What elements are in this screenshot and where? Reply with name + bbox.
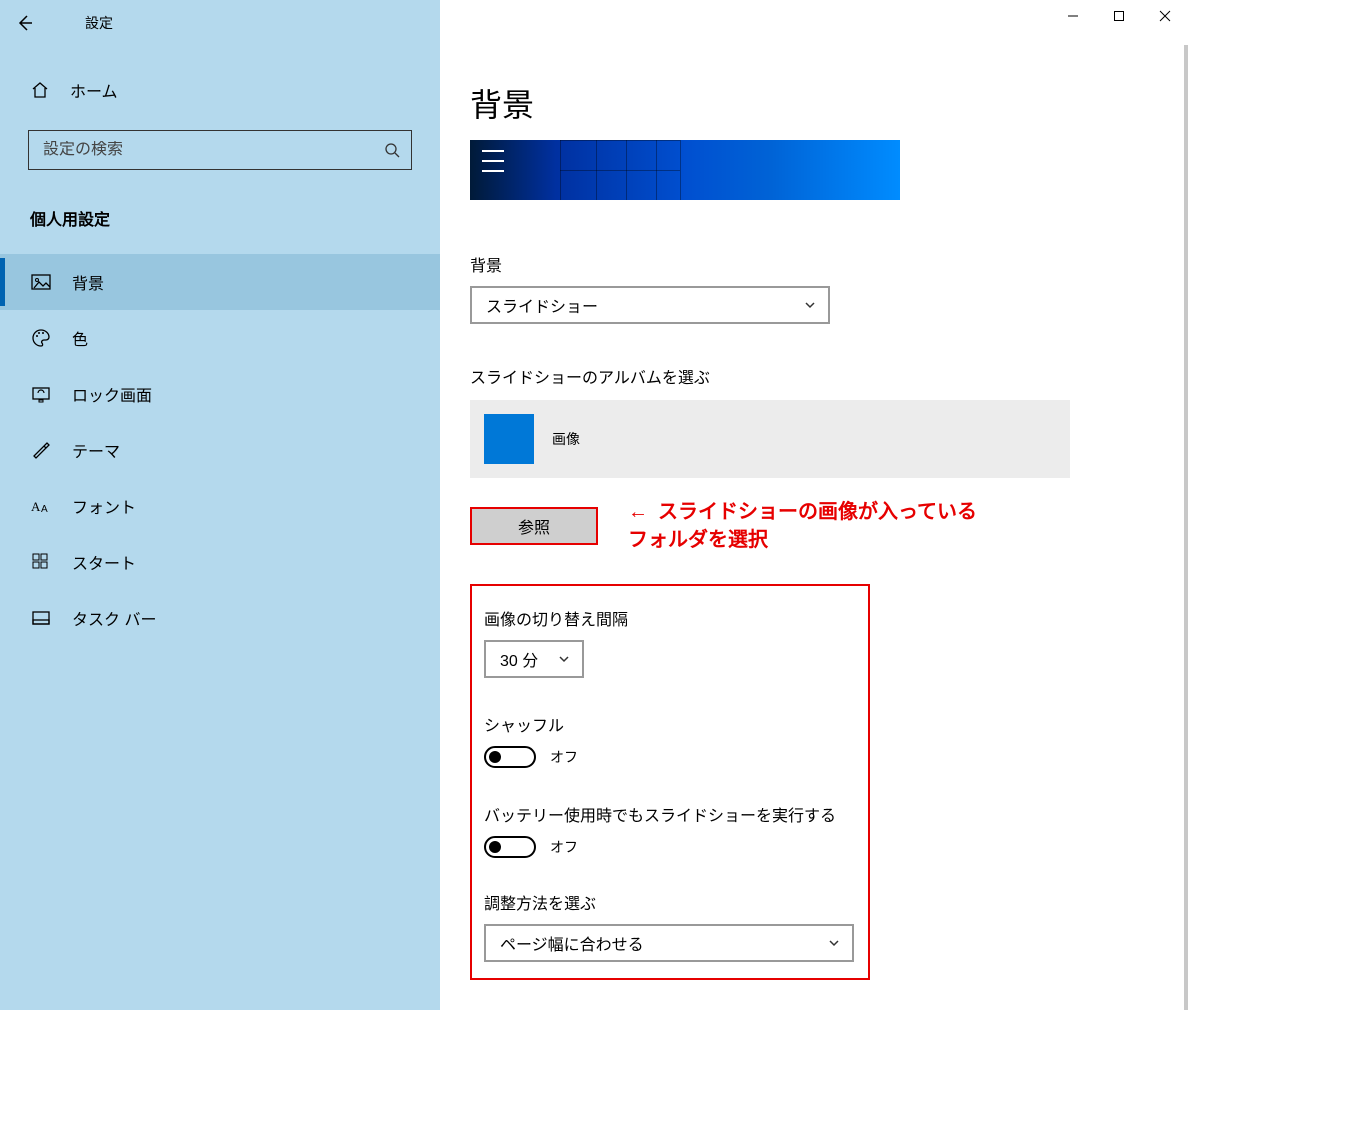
slideshow-settings-box: 画像の切り替え間隔 30 分 シャッフル オフ バッテリー使用時でもスライドショ… [470, 584, 870, 980]
nav-item-label: テーマ [72, 438, 120, 462]
nav-item-label: フォント [72, 494, 136, 518]
maximize-button[interactable] [1096, 0, 1142, 32]
nav-home[interactable]: ホーム [0, 70, 440, 110]
nav-group-header: 個人用設定 [0, 170, 440, 244]
svg-text:A: A [31, 499, 41, 514]
close-button[interactable] [1142, 0, 1188, 32]
battery-toggle[interactable] [484, 836, 536, 858]
minimize-icon [1067, 10, 1079, 22]
arrow-left-red-icon: ← [628, 501, 648, 523]
annotation-browse: ←スライドショーの画像が入っている フォルダを選択 [628, 498, 977, 554]
nav-item-label: スタート [72, 550, 136, 574]
folder-thumbnail [484, 414, 534, 464]
svg-text:A: A [41, 504, 48, 515]
sidebar: ホーム 個人用設定 背景 色 [0, 45, 440, 1010]
image-icon [30, 271, 52, 293]
fit-combo[interactable]: ページ幅に合わせる [484, 924, 854, 962]
shuffle-state: オフ [550, 747, 578, 767]
background-label: 背景 [470, 252, 1158, 276]
fit-label: 調整方法を選ぶ [484, 890, 856, 914]
chevron-down-icon [828, 937, 840, 949]
chevron-down-icon [558, 653, 570, 665]
back-button[interactable] [0, 0, 50, 45]
interval-combo-value: 30 分 [500, 647, 538, 671]
desktop-preview [470, 140, 900, 200]
nav-item-start[interactable]: スタート [0, 534, 440, 590]
content-area: 背景 背景 スライドショー スライドショーのアルバムを選ぶ 画像 参照 [440, 45, 1188, 1010]
chevron-down-icon [804, 299, 816, 311]
vertical-scrollbar[interactable] [1184, 45, 1188, 1010]
arrow-left-icon [15, 13, 35, 33]
album-item[interactable]: 画像 [470, 400, 1070, 478]
interval-label: 画像の切り替え間隔 [484, 606, 856, 630]
search-icon [383, 141, 401, 159]
font-icon: AA [30, 495, 52, 517]
nav-item-themes[interactable]: テーマ [0, 422, 440, 478]
lockscreen-icon [30, 383, 52, 405]
search-input-wrap[interactable] [28, 130, 412, 170]
browse-button-label: 参照 [518, 514, 550, 538]
search-input[interactable] [43, 141, 383, 159]
nav-item-background[interactable]: 背景 [0, 254, 440, 310]
taskbar-icon [30, 607, 52, 629]
nav-item-fonts[interactable]: AA フォント [0, 478, 440, 534]
interval-combo[interactable]: 30 分 [484, 640, 584, 678]
palette-icon [30, 327, 52, 349]
fit-combo-value: ページ幅に合わせる [500, 931, 644, 955]
browse-button[interactable]: 参照 [470, 507, 598, 545]
nav-item-taskbar[interactable]: タスク バー [0, 590, 440, 646]
nav-item-label: ロック画面 [72, 382, 152, 406]
maximize-icon [1113, 10, 1125, 22]
nav-item-colors[interactable]: 色 [0, 310, 440, 366]
nav-item-lockscreen[interactable]: ロック画面 [0, 366, 440, 422]
nav-item-label: 背景 [72, 270, 104, 294]
page-title: 背景 [470, 80, 1158, 126]
close-icon [1159, 10, 1171, 22]
battery-state: オフ [550, 837, 578, 857]
battery-label: バッテリー使用時でもスライドショーを実行する [484, 802, 856, 826]
shuffle-label: シャッフル [484, 712, 856, 736]
shuffle-toggle[interactable] [484, 746, 536, 768]
album-label: スライドショーのアルバムを選ぶ [470, 364, 1158, 388]
home-label: ホーム [70, 78, 118, 102]
window-title: 設定 [50, 13, 113, 33]
home-icon [30, 80, 50, 100]
minimize-button[interactable] [1050, 0, 1096, 32]
background-combo-value: スライドショー [486, 293, 598, 317]
background-combo[interactable]: スライドショー [470, 286, 830, 324]
nav-item-label: タスク バー [72, 606, 156, 630]
nav-item-label: 色 [72, 326, 88, 350]
start-icon [30, 551, 52, 573]
album-name: 画像 [552, 429, 580, 449]
brush-icon [30, 439, 52, 461]
